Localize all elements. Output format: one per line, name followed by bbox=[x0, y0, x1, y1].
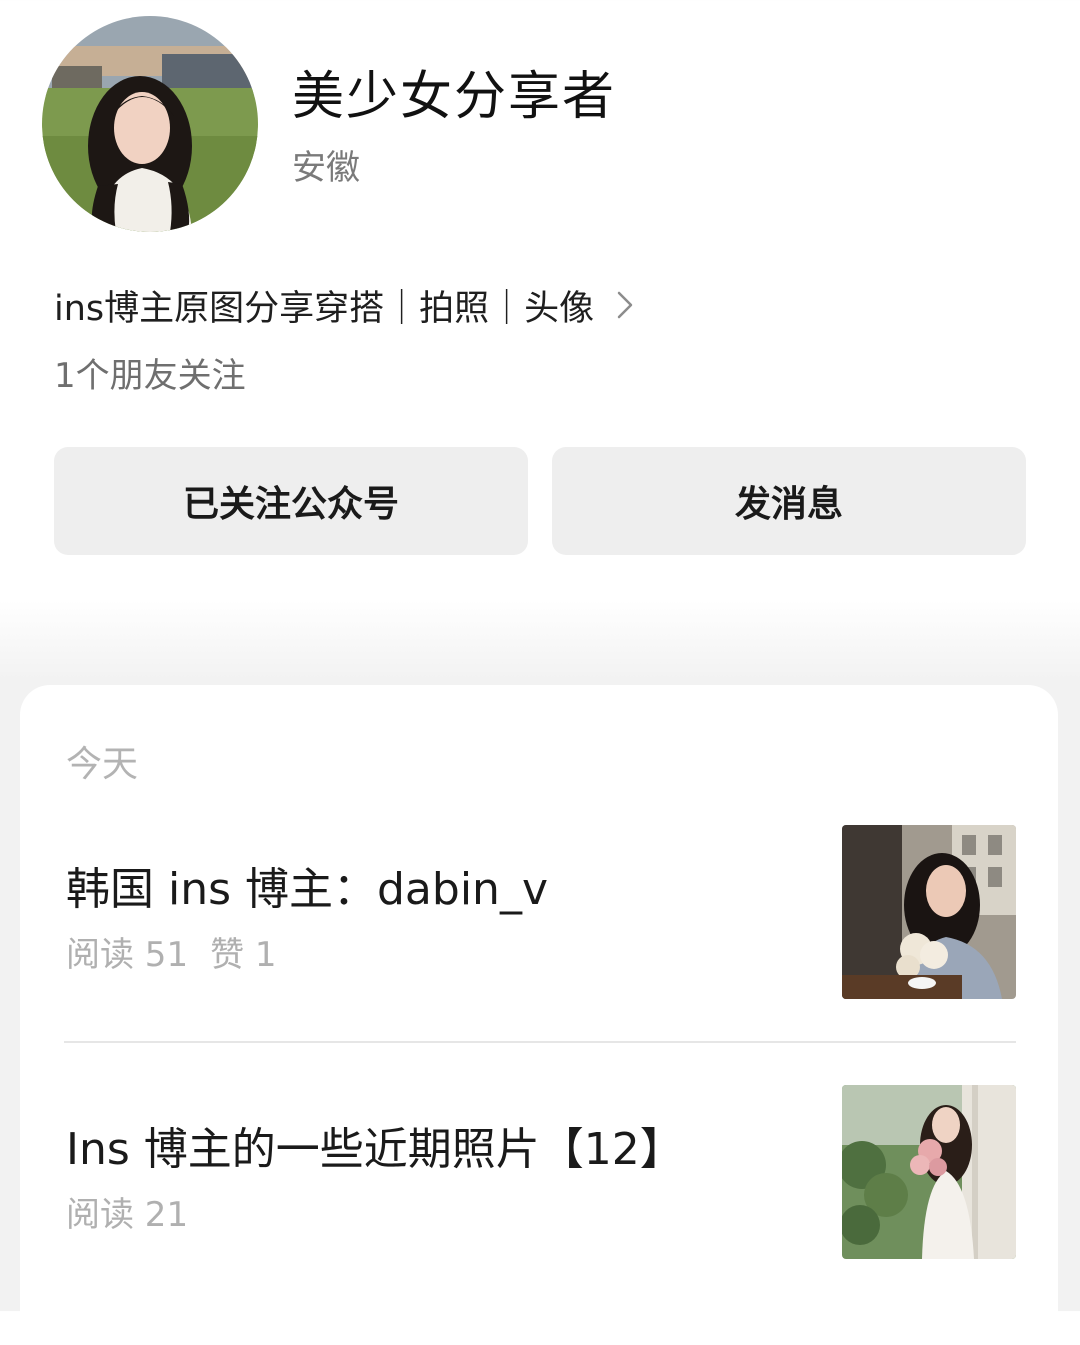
avatar-photo bbox=[42, 16, 258, 232]
date-group-label: 今天 bbox=[66, 744, 139, 785]
article-divider bbox=[64, 1041, 1016, 1043]
article-item[interactable]: 韩国 ins 博主：dabin_v 阅读 51 赞 1 bbox=[20, 823, 1058, 1003]
article-meta: 阅读 51 赞 1 bbox=[66, 927, 277, 976]
account-bio: ins博主原图分享穿搭｜拍照｜头像 bbox=[54, 288, 595, 329]
account-name: 美少女分享者 bbox=[292, 67, 617, 127]
articles-card: 今天 韩国 ins 博主：dabin_v 阅读 51 赞 1 Ins 博主的一些… bbox=[20, 685, 1058, 1345]
bio-link[interactable]: ins博主原图分享穿搭｜拍照｜头像 bbox=[54, 280, 634, 330]
friends-following-count[interactable]: 1个朋友关注 bbox=[54, 348, 246, 397]
article-title: 韩国 ins 博主：dabin_v bbox=[66, 864, 548, 915]
article-thumbnail bbox=[842, 825, 1016, 999]
send-message-button[interactable]: 发消息 bbox=[552, 447, 1026, 555]
account-location: 安徽 bbox=[292, 148, 360, 188]
article-meta: 阅读 21 bbox=[66, 1187, 188, 1236]
article-like-count: 赞 1 bbox=[210, 935, 277, 975]
chevron-right-icon bbox=[617, 291, 633, 319]
article-thumbnail bbox=[842, 1085, 1016, 1259]
article-read-count: 阅读 51 bbox=[66, 935, 189, 975]
profile-avatar[interactable] bbox=[42, 16, 258, 232]
article-read-count: 阅读 21 bbox=[66, 1195, 189, 1235]
article-item[interactable]: Ins 博主的一些近期照片【12】 阅读 21 bbox=[20, 1083, 1058, 1263]
followed-account-button[interactable]: 已关注公众号 bbox=[54, 447, 528, 555]
article-title: Ins 博主的一些近期照片【12】 bbox=[66, 1124, 684, 1175]
